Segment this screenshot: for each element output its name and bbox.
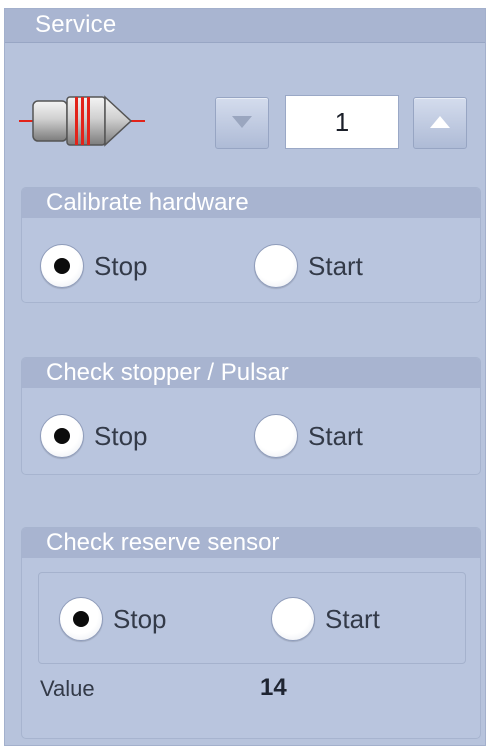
radio-circle xyxy=(59,597,103,641)
triangle-down-icon xyxy=(232,116,252,128)
plunger-device-icon xyxy=(19,95,145,147)
value-readout: 14 xyxy=(260,674,287,701)
calibrate-start-radio[interactable]: Start xyxy=(254,244,363,288)
triangle-up-icon xyxy=(430,116,450,128)
radio-label: Stop xyxy=(94,250,148,281)
increment-button[interactable] xyxy=(413,97,467,149)
group-title: Calibrate hardware xyxy=(46,189,249,216)
sensor-options-box: Stop Start xyxy=(38,572,466,664)
radio-label: Start xyxy=(308,250,363,281)
check-reserve-sensor-group: Check reserve sensor Stop Start Value 14 xyxy=(21,527,481,739)
radio-label: Start xyxy=(308,420,363,451)
stopper-start-radio[interactable]: Start xyxy=(254,414,363,458)
stopper-stop-radio[interactable]: Stop xyxy=(40,414,148,458)
group-header: Check reserve sensor xyxy=(22,528,480,558)
radio-circle xyxy=(271,597,315,641)
calibrate-stop-radio[interactable]: Stop xyxy=(40,244,148,288)
quantity-field[interactable]: 1 xyxy=(285,95,399,149)
group-title: Check stopper / Pulsar xyxy=(46,359,289,386)
radio-label: Stop xyxy=(113,603,167,634)
radio-label: Start xyxy=(325,603,380,634)
group-header: Check stopper / Pulsar xyxy=(22,358,480,388)
panel-title: Service xyxy=(35,11,117,38)
calibrate-hardware-group: Calibrate hardware Stop Start xyxy=(21,187,481,303)
radio-dot xyxy=(54,258,70,274)
radio-circle xyxy=(254,414,298,458)
value-label: Value xyxy=(40,676,95,701)
decrement-button[interactable] xyxy=(215,97,269,149)
radio-circle xyxy=(40,244,84,288)
panel-header: Service xyxy=(5,9,485,43)
sensor-start-radio[interactable]: Start xyxy=(271,597,380,641)
group-title: Check reserve sensor xyxy=(46,529,280,556)
radio-circle xyxy=(40,414,84,458)
radio-circle xyxy=(254,244,298,288)
radio-dot xyxy=(54,428,70,444)
group-header: Calibrate hardware xyxy=(22,188,480,218)
check-stopper-group: Check stopper / Pulsar Stop Start xyxy=(21,357,481,475)
radio-dot xyxy=(73,611,89,627)
sensor-stop-radio[interactable]: Stop xyxy=(59,597,167,641)
radio-label: Stop xyxy=(94,420,148,451)
service-panel: Service 1 Calibrate hardware Stop Start … xyxy=(4,8,486,746)
